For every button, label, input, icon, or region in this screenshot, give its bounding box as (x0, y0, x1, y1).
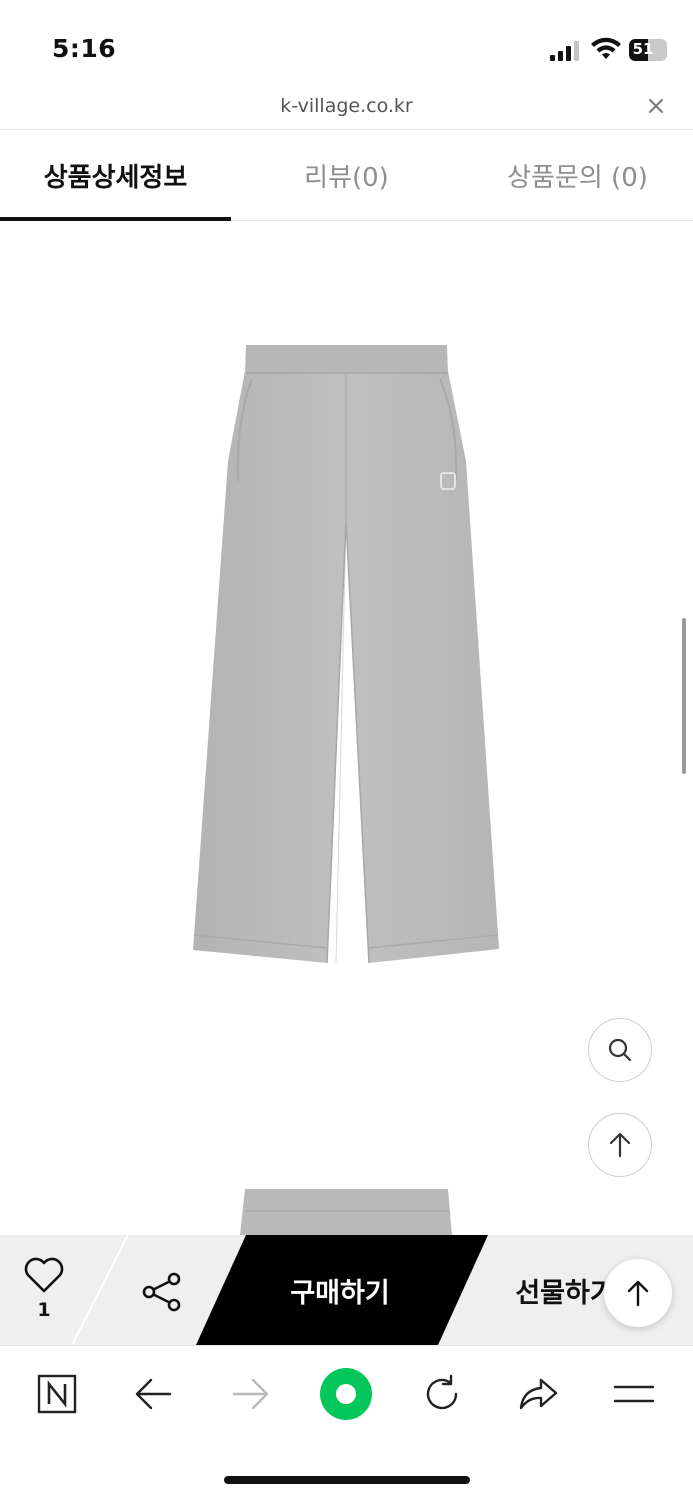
naver-green-dot-icon (320, 1368, 372, 1420)
arrow-up-icon (627, 1280, 649, 1307)
heart-icon (24, 1257, 64, 1293)
zoom-button[interactable] (588, 1018, 652, 1082)
page-scrollbar[interactable] (682, 618, 686, 774)
like-button[interactable]: 1 (10, 1235, 80, 1345)
reload-icon (426, 1374, 458, 1410)
reload-button[interactable] (412, 1364, 472, 1424)
home-indicator[interactable] (224, 1476, 470, 1484)
close-icon[interactable] (644, 94, 668, 118)
cellular-signal-icon (550, 41, 579, 61)
product-image-pants (193, 345, 499, 1235)
status-bar: 5:16 51 (0, 0, 693, 90)
menu-icon (613, 1385, 655, 1403)
tab-reviews[interactable]: 리뷰(0) (231, 130, 462, 221)
forward-arrow-icon (232, 1378, 269, 1410)
forward-button[interactable] (220, 1364, 280, 1424)
tab-product-detail[interactable]: 상품상세정보 (0, 130, 231, 221)
arrow-up-icon (609, 1132, 631, 1158)
share-arrow-icon (519, 1378, 558, 1410)
status-time: 5:16 (52, 34, 117, 63)
back-button[interactable] (124, 1364, 184, 1424)
naver-n-icon (37, 1374, 77, 1414)
naver-home-button[interactable] (27, 1364, 87, 1424)
scroll-top-button[interactable] (588, 1113, 652, 1177)
browser-toolbar (0, 1345, 693, 1445)
search-icon (608, 1038, 632, 1062)
battery-level-text: 51 (632, 40, 654, 58)
url-bar[interactable]: k-village.co.kr (0, 90, 693, 130)
wifi-icon (591, 37, 621, 59)
menu-button[interactable] (604, 1364, 664, 1424)
floating-scroll-top-button[interactable] (604, 1259, 672, 1327)
purchase-bar: 1 구매하기 선물하기 (0, 1235, 693, 1345)
share-page-button[interactable] (508, 1364, 568, 1424)
battery-icon: 51 (629, 39, 667, 61)
url-text[interactable]: k-village.co.kr (0, 95, 693, 117)
naver-green-dot-button[interactable] (316, 1364, 376, 1424)
like-count: 1 (37, 1299, 51, 1321)
tab-product-inquiry[interactable]: 상품문의 (0) (462, 130, 693, 221)
product-tabs: 상품상세정보 리뷰(0) 상품문의 (0) (0, 130, 693, 221)
product-detail-content (0, 221, 693, 1235)
buy-button[interactable]: 구매하기 (240, 1235, 440, 1345)
share-icon[interactable] (140, 1271, 184, 1313)
back-arrow-icon (135, 1378, 172, 1410)
